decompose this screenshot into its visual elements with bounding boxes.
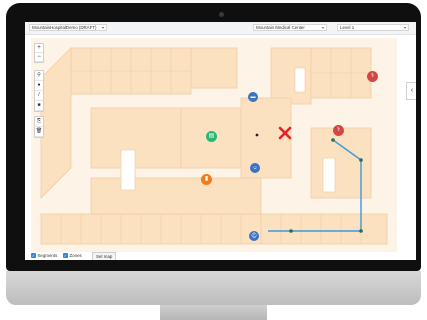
- top-toolbar: MountainHospitalDemo (DRAFT) ▾ Mountain …: [25, 22, 416, 35]
- marker-blue-route-icon[interactable]: ⛑: [249, 231, 259, 241]
- stair-shaft: [294, 67, 306, 93]
- room-block-west-wing: [40, 47, 72, 199]
- point-tool-icon[interactable]: ●: [35, 81, 43, 91]
- level-select[interactable]: Level 1 ▾: [337, 24, 409, 31]
- room-block-south-east: [260, 213, 388, 245]
- floorplan-svg: [40, 47, 388, 245]
- elevator-shaft: [120, 149, 136, 191]
- checkbox-checked-icon: ✓: [31, 253, 36, 258]
- draw-tools: ⚲ ● / ■: [34, 70, 44, 112]
- monitor-stand: [160, 305, 267, 320]
- room-block-south-center: [90, 177, 262, 215]
- room-block-south-west: [40, 213, 262, 245]
- chevron-down-icon: ▾: [403, 25, 406, 30]
- marker-blue-person-icon[interactable]: ☺: [250, 163, 260, 173]
- floorplan-select[interactable]: MountainHospitalDemo (DRAFT) ▾: [29, 24, 107, 31]
- map-point: [255, 133, 259, 137]
- floorplan-select-value: MountainHospitalDemo (DRAFT): [32, 25, 97, 30]
- elevator-shaft-east: [322, 157, 336, 193]
- marker-blue-bed-icon[interactable]: ▬: [248, 92, 258, 102]
- side-panel-toggle[interactable]: ‹: [406, 82, 416, 100]
- room-block-center-west: [90, 107, 182, 169]
- camera-dot: [219, 12, 224, 17]
- route-node: [331, 138, 335, 142]
- floorplan-map[interactable]: ⚕ ▬ ⚕ ▤ ☺ ▮ ⛑ + − ⚲ ● / ■ ⎘ 🗑: [31, 38, 397, 252]
- zoom-in-button[interactable]: +: [35, 44, 43, 53]
- edit-tools: ⎘ 🗑: [34, 116, 44, 138]
- monitor-chin: [6, 271, 421, 305]
- zoom-out-button[interactable]: −: [35, 53, 43, 62]
- delete-tool-icon[interactable]: 🗑: [35, 127, 43, 137]
- line-tool-icon[interactable]: /: [35, 91, 43, 101]
- zones-label: Zones: [69, 253, 82, 258]
- route-node: [359, 158, 363, 162]
- polygon-tool-icon[interactable]: ■: [35, 101, 43, 111]
- set-map-button[interactable]: Set map: [92, 252, 117, 260]
- segments-checkbox[interactable]: ✓ Segments: [31, 253, 57, 258]
- facility-select[interactable]: Mountain Medical Center ▾: [253, 24, 327, 31]
- route-node: [289, 229, 293, 233]
- segments-label: Segments: [37, 253, 58, 258]
- zoom-controls: + −: [34, 43, 44, 63]
- room-block-east: [310, 127, 372, 199]
- marker-orange-equipment-icon[interactable]: ▮: [201, 174, 212, 185]
- chevron-down-icon: ▾: [321, 25, 324, 30]
- level-select-value: Level 1: [340, 25, 355, 30]
- floorplan-rooms: [40, 47, 388, 245]
- bottom-toolbar: ✓ Segments ✓ Zones Set map: [25, 252, 416, 260]
- marker-red-staff-icon-2[interactable]: ⚕: [333, 125, 344, 136]
- route-node: [359, 229, 363, 233]
- app-screen: MountainHospitalDemo (DRAFT) ▾ Mountain …: [25, 22, 416, 260]
- room-block-center-east: [240, 97, 292, 179]
- checkbox-checked-icon: ✓: [63, 253, 68, 258]
- chevron-down-icon: ▾: [101, 25, 104, 30]
- edit-tool-icon[interactable]: ⎘: [35, 117, 43, 127]
- room-block-north-center: [190, 47, 238, 89]
- zones-checkbox[interactable]: ✓ Zones: [63, 253, 82, 258]
- marker-green-device-icon[interactable]: ▤: [206, 131, 217, 142]
- facility-select-value: Mountain Medical Center: [256, 25, 305, 30]
- marker-tool-icon[interactable]: ⚲: [35, 71, 43, 81]
- marker-red-staff-icon[interactable]: ⚕: [367, 71, 378, 82]
